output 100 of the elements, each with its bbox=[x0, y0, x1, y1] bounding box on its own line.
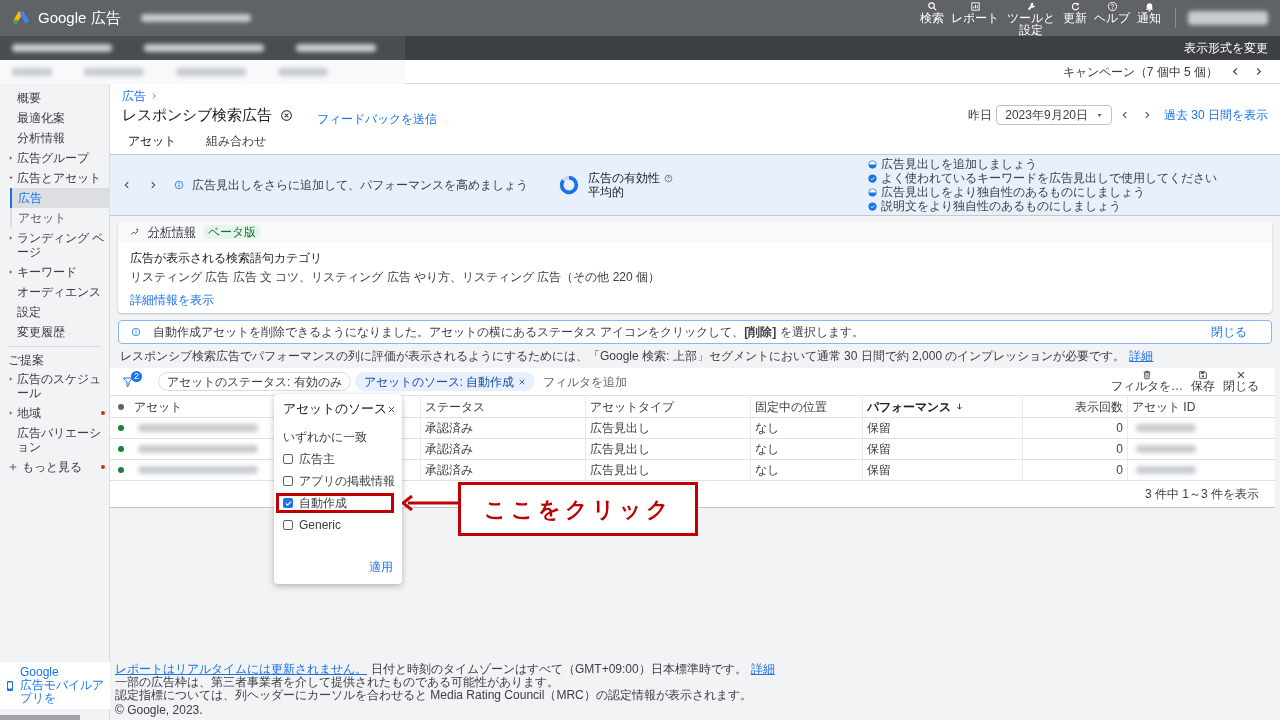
close-button[interactable] bbox=[387, 404, 396, 414]
table-cell-text: 保留 bbox=[867, 462, 891, 479]
toolbar-button[interactable]: ヘルプ bbox=[1092, 0, 1132, 24]
next-date-button[interactable] bbox=[1142, 110, 1152, 120]
realtime-link[interactable]: レポートはリアルタイムには更新されません。 bbox=[115, 663, 367, 676]
sidebar-item[interactable]: 広告のスケジュール bbox=[0, 369, 109, 403]
column-header[interactable]: パフォーマンス bbox=[867, 397, 951, 416]
redacted-text bbox=[12, 67, 52, 76]
tab[interactable]: 組み合わせ bbox=[194, 128, 278, 156]
caret-down-icon bbox=[1096, 111, 1103, 119]
caret-right-icon bbox=[8, 235, 14, 241]
save-icon bbox=[1198, 370, 1208, 380]
sidebar-item[interactable]: キーワード bbox=[0, 262, 109, 282]
bar-chart-icon bbox=[969, 0, 981, 12]
table-cell-text: 0 bbox=[1116, 441, 1123, 458]
checklist-item: 説明文をより独自性のあるものにしましょう bbox=[881, 199, 1121, 213]
sidebar-item[interactable]: 最適化案 bbox=[0, 108, 109, 128]
sidebar-item[interactable]: ランディング ページ bbox=[0, 228, 109, 262]
checkbox-option[interactable]: 自動作成 bbox=[283, 496, 347, 510]
checkbox[interactable] bbox=[283, 476, 293, 486]
checkbox[interactable] bbox=[283, 520, 293, 530]
previous-button[interactable] bbox=[122, 180, 132, 190]
table-cell-text: 0 bbox=[1116, 462, 1123, 479]
checkbox-option[interactable]: アプリの掲載情報 bbox=[283, 474, 395, 488]
filter-chip[interactable]: アセットのソース: 自動作成 bbox=[354, 372, 536, 391]
toolbar-button[interactable]: 検索 bbox=[918, 0, 946, 24]
apply-button[interactable]: 適用 bbox=[369, 558, 393, 576]
caret-right-icon bbox=[8, 155, 14, 161]
column-header[interactable]: ステータス bbox=[425, 397, 485, 416]
trash-icon bbox=[1142, 370, 1152, 380]
sidebar-item[interactable]: 変更履歴 bbox=[0, 322, 109, 342]
redacted-text bbox=[1136, 424, 1196, 432]
column-header[interactable]: アセット bbox=[134, 397, 182, 416]
remove-button[interactable] bbox=[280, 108, 293, 122]
add-filter-button[interactable]: フィルタを追加 bbox=[543, 372, 628, 391]
toolbar-button[interactable]: 通知 bbox=[1135, 0, 1163, 24]
column-header[interactable]: アセット ID bbox=[1132, 397, 1196, 416]
sidebar-item[interactable]: 概要 bbox=[0, 88, 109, 108]
date-range-link[interactable]: 過去 30 日間を表示 bbox=[1164, 106, 1268, 124]
app-promo-banner[interactable]: Google 広告モバイルアプリを bbox=[0, 662, 110, 709]
caret-down-icon bbox=[8, 175, 14, 181]
footer-text: 一部の広告枠は、第三者事業者を介して提供されたものである可能性があります。 bbox=[115, 676, 559, 689]
column-header[interactable]: アセットタイプ bbox=[590, 397, 674, 416]
table-cell-text: なし bbox=[755, 462, 779, 479]
filter-button[interactable] bbox=[122, 375, 134, 388]
insights-body: リスティング 広告 広告 文 コツ、リスティング 広告 やり方、リスティング 広告（その他 220 個） bbox=[130, 269, 662, 286]
previous-date-button[interactable] bbox=[1120, 110, 1130, 120]
details-link[interactable]: 詳細 bbox=[1129, 349, 1154, 363]
strength-title: 広告の有効性 bbox=[588, 171, 660, 185]
sidebar-item[interactable]: 設定 bbox=[0, 302, 109, 322]
toolbar-button[interactable]: レポート bbox=[949, 0, 1001, 24]
sidebar-item[interactable]: アセット bbox=[12, 208, 109, 228]
logo-icon bbox=[12, 9, 30, 27]
filter-icon bbox=[122, 375, 134, 388]
filter-chip[interactable]: アセットのステータス: 有効のみ bbox=[158, 372, 351, 391]
pagination-text: 3 件中 1～3 件を表示 bbox=[1144, 486, 1259, 503]
checkbox[interactable] bbox=[283, 498, 293, 508]
chevron-right-icon bbox=[148, 180, 158, 190]
sidebar-item[interactable]: 広告バリエーション bbox=[0, 423, 109, 457]
checkbox-option[interactable]: Generic bbox=[283, 518, 342, 532]
toolbar-button[interactable]: 更新 bbox=[1061, 0, 1089, 24]
toolbar-button[interactable]: 保存 bbox=[1187, 370, 1219, 393]
sidebar-item[interactable]: 広告グループ bbox=[0, 148, 109, 168]
sidebar-item[interactable]: 分析情報 bbox=[0, 128, 109, 148]
check-icon bbox=[283, 498, 293, 508]
checkbox[interactable] bbox=[283, 454, 293, 464]
sidebar-item[interactable]: オーディエンス bbox=[0, 282, 109, 302]
sidebar-item[interactable]: 広告とアセット bbox=[0, 168, 109, 188]
popup-subtitle: いずれかに一致 bbox=[283, 430, 367, 444]
feedback-link[interactable]: フィードバックを送信 bbox=[317, 110, 437, 128]
redacted-text bbox=[176, 67, 246, 76]
phone-icon bbox=[4, 679, 16, 692]
checkbox-option[interactable]: 広告主 bbox=[283, 452, 335, 466]
column-header[interactable]: 表示回数 bbox=[1075, 397, 1123, 416]
copyright-text: © Google, 2023. bbox=[115, 704, 203, 717]
redacted-text bbox=[84, 67, 144, 76]
footer-text: 認定指標については、列ヘッダーにカーソルを合わせると Media Rating Council（MRC）の認定情報が表示されます。 bbox=[115, 689, 752, 702]
view-toggle-link[interactable]: 表示形式を変更 bbox=[1172, 39, 1280, 57]
close-link[interactable]: 閉じる bbox=[1211, 323, 1247, 341]
callout-text: ここをクリック bbox=[483, 495, 673, 524]
toolbar-button[interactable]: フィルタを… bbox=[1107, 370, 1187, 393]
next-button[interactable] bbox=[148, 180, 158, 190]
chevron-left-icon bbox=[122, 180, 132, 190]
details-link[interactable]: 詳細 bbox=[750, 663, 775, 676]
details-link[interactable]: 詳細情報を表示 bbox=[130, 291, 214, 309]
check-circle-icon bbox=[868, 201, 877, 211]
toolbar-button[interactable]: ツールと設定 bbox=[1004, 0, 1058, 36]
caret-right-icon bbox=[8, 410, 14, 416]
breadcrumb-link[interactable]: 広告 bbox=[122, 90, 146, 102]
footer-text: 日付と時刻のタイムゾーンはすべて（GMT+09:00）日本標準時です。 bbox=[371, 663, 747, 676]
sidebar-item[interactable]: 地域 bbox=[0, 403, 109, 423]
more-link[interactable]: もっと見る bbox=[0, 457, 109, 477]
refresh-icon bbox=[1069, 0, 1081, 12]
sidebar-item[interactable]: 広告 bbox=[10, 188, 109, 208]
redacted-text bbox=[278, 67, 328, 76]
toolbar-button[interactable]: 閉じる bbox=[1219, 370, 1263, 393]
date-dropdown[interactable]: 2023年9月20日 bbox=[996, 105, 1112, 125]
progress-ring-icon bbox=[558, 174, 580, 196]
column-header[interactable]: 固定中の位置 bbox=[755, 397, 827, 416]
suggestion-text: 広告見出しをさらに追加して、パフォーマンスを高めましょう bbox=[192, 177, 528, 194]
